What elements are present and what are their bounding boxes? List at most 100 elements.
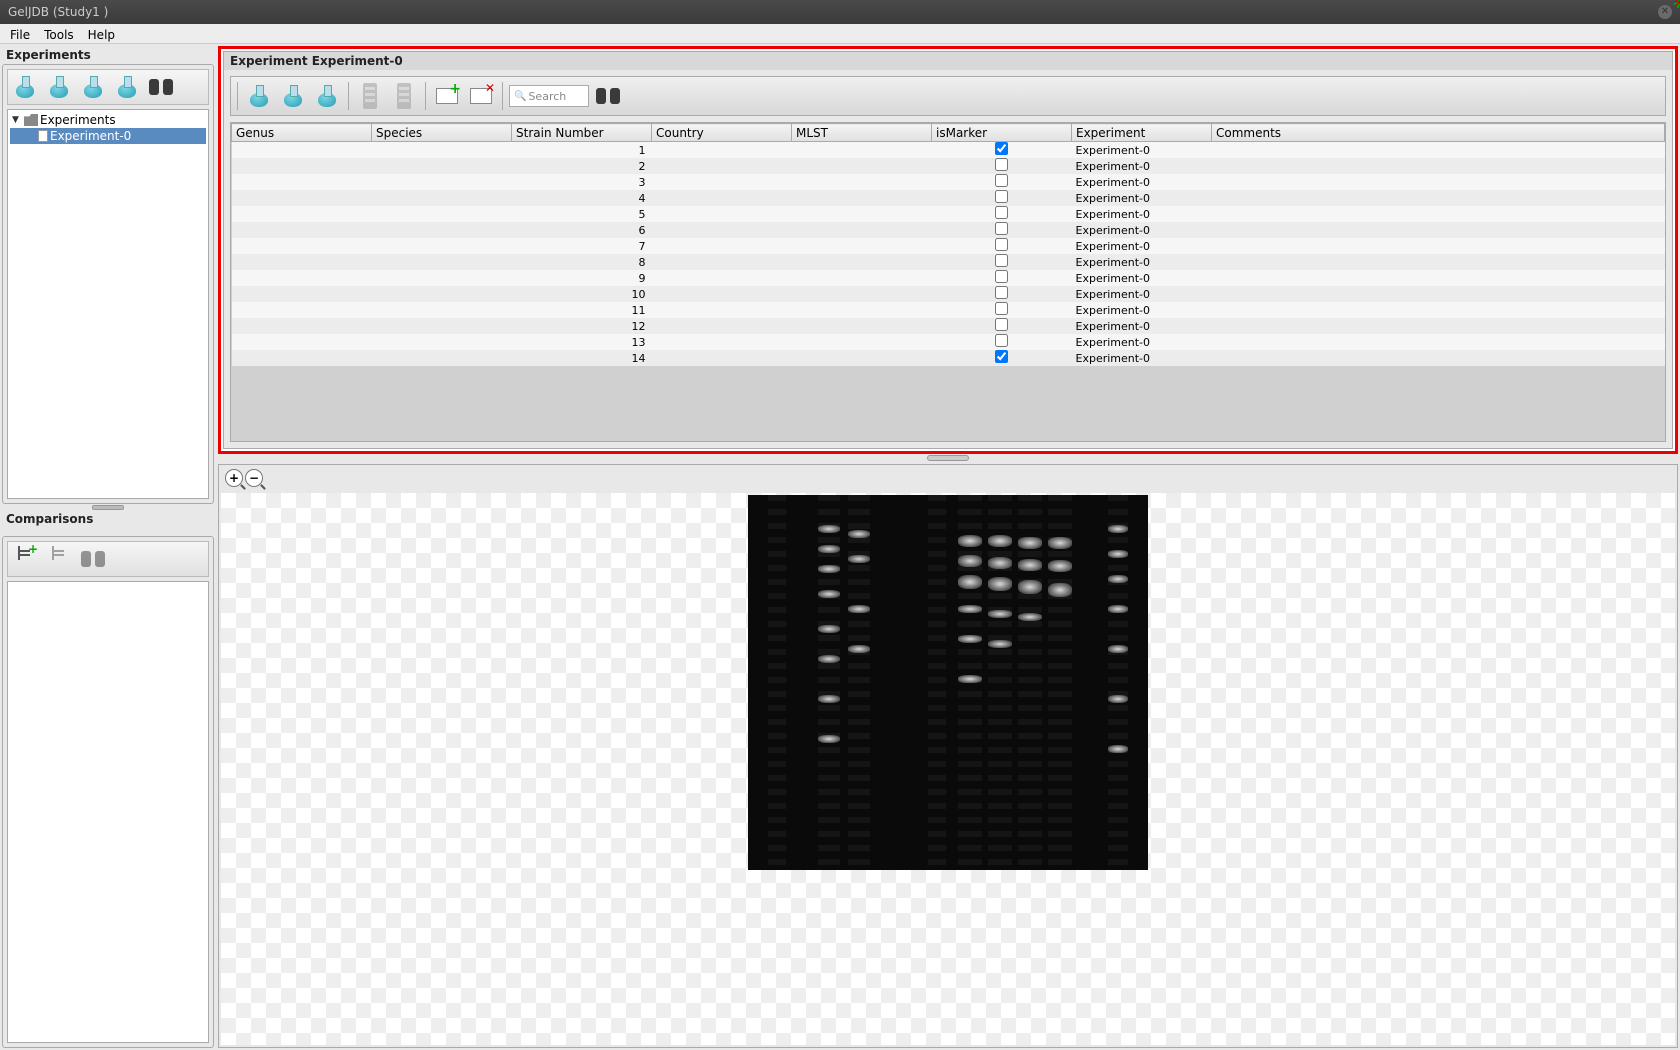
tree-toggle-icon[interactable]: ▼ bbox=[12, 115, 22, 125]
col-country[interactable]: Country bbox=[652, 124, 792, 142]
menu-tools[interactable]: Tools bbox=[38, 26, 80, 41]
cell-experiment: Experiment-0 bbox=[1072, 318, 1212, 334]
lane-button-2[interactable] bbox=[389, 81, 419, 111]
cell-marker[interactable] bbox=[932, 334, 1072, 350]
comparison-button-2[interactable] bbox=[44, 544, 74, 574]
cell-strain: 10 bbox=[512, 286, 652, 302]
cell-marker[interactable] bbox=[932, 350, 1072, 366]
table-row[interactable]: 11Experiment-0 bbox=[232, 302, 1665, 318]
flask-button-2[interactable] bbox=[44, 72, 74, 102]
comparison-binoculars-button[interactable] bbox=[78, 544, 108, 574]
tree-root[interactable]: ▼ Experiments bbox=[10, 112, 206, 128]
cell-strain: 6 bbox=[512, 222, 652, 238]
col-species[interactable]: Species bbox=[372, 124, 512, 142]
table-row[interactable]: 13Experiment-0 bbox=[232, 334, 1665, 350]
experiment-pane: Experiment Experiment-0 Search bbox=[223, 51, 1673, 449]
row-delete-button[interactable] bbox=[466, 81, 496, 111]
menu-file[interactable]: File bbox=[4, 26, 36, 41]
pane-title: Experiment Experiment-0 bbox=[224, 52, 1672, 70]
col-marker[interactable]: isMarker bbox=[932, 124, 1072, 142]
cell-marker[interactable] bbox=[932, 174, 1072, 190]
comparisons-list[interactable] bbox=[7, 581, 209, 1043]
cell-marker[interactable] bbox=[932, 286, 1072, 302]
cell-strain: 1 bbox=[512, 142, 652, 159]
tree-item-label: Experiment-0 bbox=[50, 129, 131, 143]
cell-marker[interactable] bbox=[932, 318, 1072, 334]
image-canvas[interactable] bbox=[221, 493, 1675, 1045]
cell-strain: 14 bbox=[512, 350, 652, 366]
col-strain[interactable]: Strain Number bbox=[512, 124, 652, 142]
cell-experiment: Experiment-0 bbox=[1072, 302, 1212, 318]
comparison-add-button[interactable] bbox=[10, 544, 40, 574]
experiments-panel: ▼ Experiments Experiment-0 bbox=[2, 64, 214, 504]
separator bbox=[502, 82, 503, 110]
table-row[interactable]: 8Experiment-0 bbox=[232, 254, 1665, 270]
cell-marker[interactable] bbox=[932, 190, 1072, 206]
main-splitter[interactable] bbox=[218, 454, 1678, 462]
table-row[interactable]: 2 Experiment-0 bbox=[232, 158, 1665, 174]
experiments-tree[interactable]: ▼ Experiments Experiment-0 bbox=[7, 109, 209, 499]
col-genus[interactable]: Genus bbox=[232, 124, 372, 142]
cell-strain: 12 bbox=[512, 318, 652, 334]
search-input[interactable]: Search bbox=[509, 85, 589, 107]
flask-add-button[interactable] bbox=[10, 72, 40, 102]
table-row[interactable]: 4Experiment-0 bbox=[232, 190, 1665, 206]
table-row[interactable]: 7 Experiment-0 bbox=[232, 238, 1665, 254]
cell-experiment: Experiment-0 bbox=[1072, 206, 1212, 222]
row-add-button[interactable] bbox=[432, 81, 462, 111]
menubar: File Tools Help bbox=[0, 24, 1680, 44]
cell-strain: 7 bbox=[512, 238, 652, 254]
separator bbox=[348, 82, 349, 110]
cell-experiment: Experiment-0 bbox=[1072, 334, 1212, 350]
cell-experiment: Experiment-0 bbox=[1072, 238, 1212, 254]
cell-marker[interactable] bbox=[932, 206, 1072, 222]
flask-edit-button[interactable] bbox=[244, 81, 274, 111]
table-row[interactable]: 1 Experiment-0 bbox=[232, 142, 1665, 159]
page-icon bbox=[38, 130, 48, 142]
cell-strain: 9 bbox=[512, 270, 652, 286]
search-binoculars-button[interactable] bbox=[593, 81, 623, 111]
cell-strain: 4 bbox=[512, 190, 652, 206]
cell-strain: 8 bbox=[512, 254, 652, 270]
cell-strain: 3 bbox=[512, 174, 652, 190]
col-experiment[interactable]: Experiment bbox=[1072, 124, 1212, 142]
cell-marker[interactable] bbox=[932, 142, 1072, 159]
lane-button-1[interactable] bbox=[355, 81, 385, 111]
gel-image bbox=[748, 495, 1148, 870]
close-icon[interactable]: ✕ bbox=[1658, 5, 1672, 19]
cell-marker[interactable] bbox=[932, 238, 1072, 254]
binoculars-button[interactable] bbox=[146, 72, 176, 102]
cell-marker[interactable] bbox=[932, 222, 1072, 238]
menu-help[interactable]: Help bbox=[82, 26, 121, 41]
cell-experiment: Experiment-0 bbox=[1072, 158, 1212, 174]
flask-action-button[interactable] bbox=[312, 81, 342, 111]
cell-marker[interactable] bbox=[932, 254, 1072, 270]
cell-marker[interactable] bbox=[932, 302, 1072, 318]
window-title: GelJDB (Study1 ) bbox=[8, 0, 108, 24]
zoom-out-button[interactable]: − bbox=[245, 469, 263, 487]
comparisons-toolbar bbox=[7, 541, 209, 577]
cell-marker[interactable] bbox=[932, 270, 1072, 286]
tree-item-experiment-0[interactable]: Experiment-0 bbox=[10, 128, 206, 144]
col-mlst[interactable]: MLST bbox=[792, 124, 932, 142]
flask-delete-button[interactable] bbox=[278, 81, 308, 111]
col-comments[interactable]: Comments bbox=[1212, 124, 1665, 142]
table-row[interactable]: 9Experiment-0 bbox=[232, 270, 1665, 286]
folder-icon bbox=[24, 114, 38, 126]
table-row[interactable]: 14Experiment-0 bbox=[232, 350, 1665, 366]
table-row[interactable]: 3Experiment-0 bbox=[232, 174, 1665, 190]
table-row[interactable]: 12 Experiment-0 bbox=[232, 318, 1665, 334]
flask-button-3[interactable] bbox=[78, 72, 108, 102]
flask-export-button[interactable] bbox=[112, 72, 142, 102]
cell-experiment: Experiment-0 bbox=[1072, 142, 1212, 159]
table-row[interactable]: 5Experiment-0 bbox=[232, 206, 1665, 222]
cell-experiment: Experiment-0 bbox=[1072, 222, 1212, 238]
comparisons-panel bbox=[2, 536, 214, 1048]
cell-strain: 2 bbox=[512, 158, 652, 174]
zoom-in-button[interactable]: + bbox=[225, 469, 243, 487]
table-row[interactable]: 10 Experiment-0 bbox=[232, 286, 1665, 302]
data-table[interactable]: Genus Species Strain Number Country MLST… bbox=[230, 122, 1666, 442]
cell-experiment: Experiment-0 bbox=[1072, 286, 1212, 302]
table-row[interactable]: 6 Experiment-0 bbox=[232, 222, 1665, 238]
cell-marker[interactable] bbox=[932, 158, 1072, 174]
